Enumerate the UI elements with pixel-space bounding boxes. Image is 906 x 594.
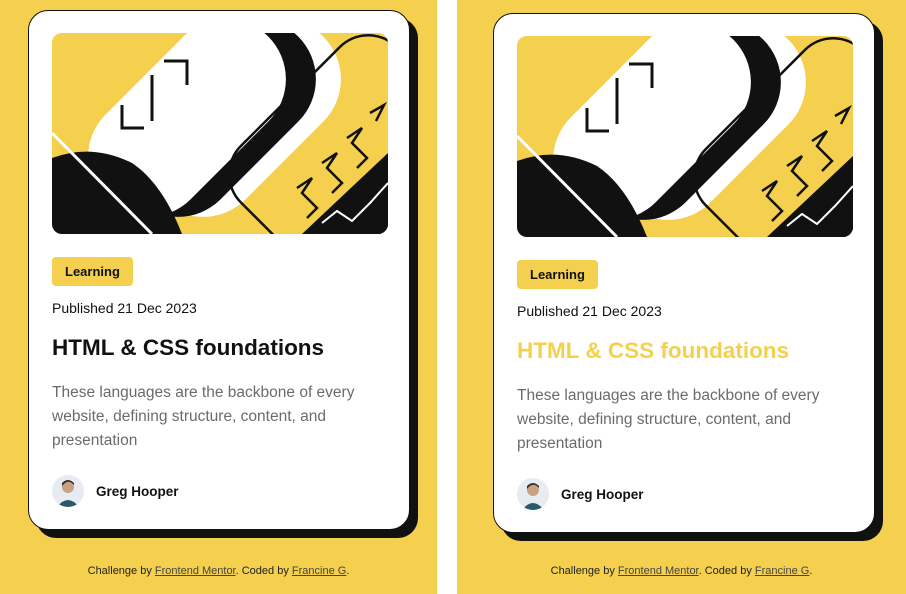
attribution-prefix: Challenge by (87, 565, 152, 577)
left-panel: Learning Published 21 Dec 2023 HTML & CS… (0, 0, 437, 594)
right-panel: Learning Published 21 Dec 2023 HTML & CS… (457, 0, 906, 594)
attribution-prefix: Challenge by (550, 565, 615, 577)
blog-card: Learning Published 21 Dec 2023 HTML & CS… (28, 10, 410, 530)
blog-card-hover: Learning Published 21 Dec 2023 HTML & CS… (493, 13, 875, 533)
card-title[interactable]: HTML & CSS foundations (517, 338, 789, 364)
attribution-suffix: . (346, 565, 350, 577)
published-date: Published 21 Dec 2023 (517, 303, 662, 319)
category-badge: Learning (517, 260, 598, 289)
card-description: These languages are the backbone of ever… (52, 384, 355, 449)
avatar (517, 478, 549, 510)
attribution-suffix: . (809, 565, 813, 577)
frontend-mentor-link[interactable]: Frontend Mentor (155, 565, 236, 577)
hero-illustration (52, 33, 388, 234)
coder-link[interactable]: Francine G (292, 565, 346, 577)
coder-link[interactable]: Francine G (755, 565, 809, 577)
attribution: Challenge by Frontend Mentor. Coded by F… (457, 565, 906, 577)
author-name: Greg Hooper (96, 483, 179, 499)
frontend-mentor-link[interactable]: Frontend Mentor (618, 565, 699, 577)
attribution-middle: . Coded by (698, 565, 752, 577)
card-description: These languages are the backbone of ever… (517, 387, 820, 452)
hero-illustration (517, 36, 853, 237)
author-name: Greg Hooper (561, 486, 644, 502)
author: Greg Hooper (52, 475, 179, 507)
published-date: Published 21 Dec 2023 (52, 300, 197, 316)
attribution: Challenge by Frontend Mentor. Coded by F… (0, 565, 437, 577)
card-title[interactable]: HTML & CSS foundations (52, 335, 324, 361)
author: Greg Hooper (517, 478, 644, 510)
avatar (52, 475, 84, 507)
category-badge: Learning (52, 257, 133, 286)
attribution-middle: . Coded by (235, 565, 289, 577)
